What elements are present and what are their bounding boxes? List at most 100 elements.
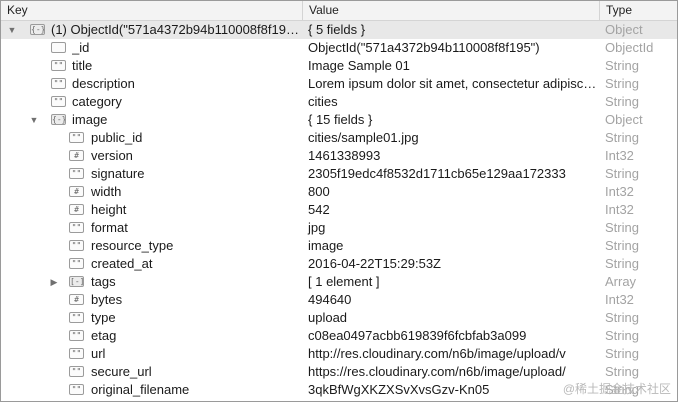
tree-row[interactable]: "" format jpg String [1,219,677,237]
key-cell: # height [1,201,302,219]
string-quote-icon: "" [69,348,84,359]
field-type: String [605,310,639,325]
key-cell: "" format [1,219,302,237]
field-type: String [605,238,639,253]
field-value[interactable]: jpg [302,219,599,237]
objectid-blank-icon [51,42,66,53]
field-type: String [605,256,639,271]
string-quote-icon: "" [51,96,66,107]
field-type: String [605,364,639,379]
field-value[interactable]: 2016-04-22T15:29:53Z [302,255,599,273]
string-quote-icon: "" [69,222,84,233]
disclosure-collapsed-icon[interactable]: ▶ [48,273,60,291]
field-type: Array [605,274,637,289]
number-hash-icon: # [69,294,84,305]
field-type: ObjectId [605,40,654,55]
field-key: resource_type [91,238,174,253]
field-value[interactable]: ObjectId("571a4372b94b110008f8f195") [302,39,599,57]
field-value[interactable]: 494640 [302,291,599,309]
field-type: String [605,130,639,145]
string-quote-icon: "" [69,240,84,251]
field-key: version [91,148,133,163]
key-cell: # version [1,147,302,165]
field-value[interactable]: 3qkBfWgXKZXSvXvsGzv-Kn05 [302,381,599,399]
tree-row[interactable]: ▶ [-] tags [ 1 element ] Array [1,273,677,291]
tree-row[interactable]: "" title Image Sample 01 String [1,57,677,75]
string-quote-icon: "" [69,258,84,269]
number-hash-icon: # [69,186,84,197]
field-type: String [605,94,639,109]
key-column-header[interactable]: Key [1,1,302,20]
tree-row[interactable]: "" etag c08ea0497acbb619839f6fcbfab3a099 St… [1,327,677,345]
tree-row[interactable]: ▼ {-} image { 15 fields } Object [1,111,677,129]
string-quote-icon: "" [69,132,84,143]
tree-row[interactable]: "" type upload String [1,309,677,327]
field-value[interactable]: Lorem ipsum dolor sit amet, consectetur … [302,75,599,93]
tree-row[interactable]: # version 1461338993 Int32 [1,147,677,165]
field-key: format [91,220,128,235]
field-value[interactable]: image [302,237,599,255]
string-quote-icon: "" [69,330,84,341]
field-value[interactable]: cities [302,93,599,111]
tree-row[interactable]: "" secure_url https://res.cloudinary.com/n… [1,363,677,381]
array-icon: [-] [69,276,84,287]
key-cell: ▼ {-} image [1,111,302,129]
field-value[interactable]: https://res.cloudinary.com/n6b/image/upl… [302,363,599,381]
field-type: String [605,346,639,361]
tree-row[interactable]: "" created_at 2016-04-22T15:29:53Z String [1,255,677,273]
field-key: url [91,346,106,361]
field-value[interactable]: Image Sample 01 [302,57,599,75]
disclosure-expanded-icon[interactable]: ▼ [6,21,18,39]
key-cell: "" public_id [1,129,302,147]
tree-row[interactable]: "" url http://res.cloudinary.com/n6b/image… [1,345,677,363]
field-key: type [91,310,116,325]
tree-row[interactable]: "" description Lorem ipsum dolor sit amet,… [1,75,677,93]
key-cell: # width [1,183,302,201]
watermark: @稀土掘金技术社区 [562,382,671,396]
string-quote-icon: "" [69,366,84,377]
field-type: Int32 [605,148,634,163]
tree-row[interactable]: # width 800 Int32 [1,183,677,201]
key-cell: "" description [1,75,302,93]
field-value[interactable]: 2305f19edc4f8532d1711cb65e129aa172333 [302,165,599,183]
key-cell: "" category [1,93,302,111]
tree-row[interactable]: "" signature 2305f19edc4f8532d1711cb65e129… [1,165,677,183]
field-key: _id [72,40,90,55]
field-value[interactable]: 542 [302,201,599,219]
field-type: String [605,166,639,181]
tree-row[interactable]: ▼ {-} (1) ObjectId("571a4372b94b110008f8f1… [1,21,677,39]
tree-row[interactable]: "" resource_type image String [1,237,677,255]
field-value[interactable]: { 15 fields } [302,111,599,129]
type-column-header[interactable]: Type [599,1,677,20]
field-type: Object [605,22,643,37]
disclosure-expanded-icon[interactable]: ▼ [28,111,40,129]
string-quote-icon: "" [51,60,66,71]
field-value[interactable]: [ 1 element ] [302,273,599,291]
tree-row[interactable]: _id ObjectId("571a4372b94b110008f8f195") O… [1,39,677,57]
tree-rows: ▼ {-} (1) ObjectId("571a4372b94b110008f8f1… [1,21,677,399]
object-braces-icon: {-} [51,114,66,125]
tree-row[interactable]: "" category cities String [1,93,677,111]
field-key: width [91,184,122,199]
column-header: Key Value Type [1,1,677,21]
field-value[interactable]: { 5 fields } [302,21,599,39]
field-value[interactable]: c08ea0497acbb619839f6fcbfab3a099 [302,327,599,345]
key-cell: ▼ {-} (1) ObjectId("571a4372b94b110008f8f1… [1,21,302,39]
field-key: height [91,202,127,217]
field-value[interactable]: 800 [302,183,599,201]
key-cell: _id [1,39,302,57]
field-value[interactable]: http://res.cloudinary.com/n6b/image/uplo… [302,345,599,363]
string-quote-icon: "" [51,78,66,89]
tree-row[interactable]: # bytes 494640 Int32 [1,291,677,309]
string-quote-icon: "" [69,312,84,323]
field-key: created_at [91,256,153,271]
tree-row[interactable]: "" public_id cities/sample01.jpg String [1,129,677,147]
tree-row[interactable]: # height 542 Int32 [1,201,677,219]
field-type: Int32 [605,184,634,199]
field-value[interactable]: upload [302,309,599,327]
key-cell: "" resource_type [1,237,302,255]
field-value[interactable]: 1461338993 [302,147,599,165]
value-column-header[interactable]: Value [302,1,599,20]
field-value[interactable]: cities/sample01.jpg [302,129,599,147]
field-key: (1) ObjectId("571a4372b94b110008f8f195") [51,22,299,37]
